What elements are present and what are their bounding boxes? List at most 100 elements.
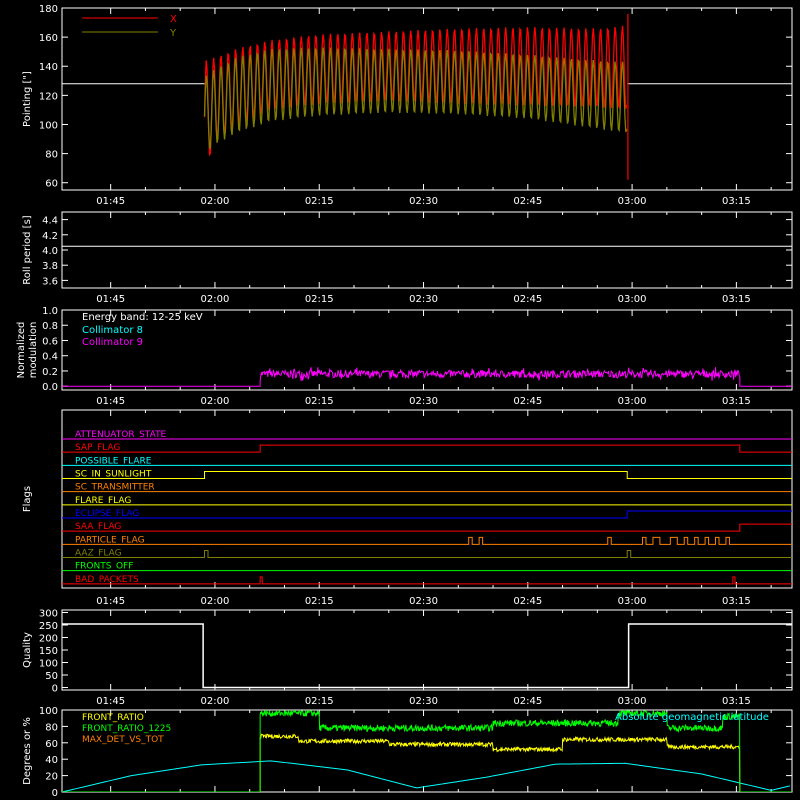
x-tick-label: 01:45	[96, 596, 125, 607]
y-tick-label: 20	[45, 772, 58, 783]
y-tick-label: 80	[45, 722, 58, 733]
x-tick-label: 02:45	[513, 596, 542, 607]
x-tick-label: 03:00	[618, 294, 647, 305]
x-tick-label: 03:15	[722, 596, 751, 607]
y-axis-label: Normalized	[16, 322, 27, 379]
flag-line	[62, 576, 792, 585]
y-tick-label: 100	[39, 706, 58, 717]
x-tick-label: 02:45	[513, 294, 542, 305]
legend-label: MAX_DET_VS_TOT	[82, 735, 164, 745]
y-tick-label: 60	[45, 179, 58, 190]
y-tick-label: 100	[39, 120, 58, 131]
x-tick-label: 01:45	[96, 696, 125, 707]
x-tick-label: 01:45	[96, 294, 125, 305]
x-tick-label: 02:00	[201, 696, 230, 707]
energy-band-label: Energy band: 12-25 keV	[82, 312, 203, 323]
legend-label: Collimator 9	[82, 337, 143, 348]
y-tick-label: 120	[39, 91, 58, 102]
x-tick-label: 02:45	[513, 196, 542, 207]
y-tick-label: 1.0	[42, 306, 58, 317]
flag-line	[62, 471, 792, 479]
flag-line	[62, 523, 792, 532]
legend-label: X	[170, 14, 177, 25]
y-axis-label: Flags	[22, 486, 33, 512]
y-tick-label: 150	[39, 646, 58, 657]
x-tick-label: 02:15	[305, 596, 334, 607]
x-tick-label: 03:15	[722, 196, 751, 207]
x-tick-label: 02:15	[305, 294, 334, 305]
x-tick-label: 02:45	[513, 696, 542, 707]
y-tick-label: 180	[39, 4, 58, 15]
x-tick-label: 02:15	[305, 696, 334, 707]
quality-line	[62, 623, 792, 689]
x-tick-label: 03:15	[722, 294, 751, 305]
panel-ratios: 0 20 40 60 80 100 Degrees or % FRONT_RATIOFRONT…	[22, 706, 793, 799]
x-tick-label: 03:00	[618, 396, 647, 407]
x-tick-label: 02:30	[409, 596, 438, 607]
legend-label: FRONT_RATIO_1225	[82, 724, 171, 734]
y-axis-label: Roll period [s]	[22, 215, 33, 284]
y-tick-label: 40	[45, 755, 58, 766]
y-tick-label: 4.4	[42, 216, 58, 227]
x-tick-label: 01:45	[96, 196, 125, 207]
panel-modulation: 01:45 02:00 02:15 02:30 02:45 03:00 03:15 0.0 0.…	[16, 306, 793, 407]
geomagnetic-latitude-label: Absolute geomagnetic latitude	[615, 712, 769, 723]
plot-frame	[61, 609, 793, 691]
flag-line	[62, 510, 792, 519]
x-tick-label: 02:00	[201, 396, 230, 407]
x-tick-label: 02:30	[409, 696, 438, 707]
y-tick-label: 4.0	[42, 246, 58, 257]
x-tick-label: 02:30	[409, 196, 438, 207]
y-tick-label: 0	[52, 788, 58, 799]
y-tick-label: 0.6	[42, 336, 58, 347]
geomagnetic-latitude-line	[62, 760, 791, 792]
y-tick-label: 3.8	[42, 261, 58, 272]
plot-frame	[61, 409, 793, 589]
x-tick-label: 02:15	[305, 396, 334, 407]
y-axis-label: Quality	[22, 632, 33, 668]
y-tick-label: 250	[39, 621, 58, 632]
y-tick-label: 3.6	[42, 276, 58, 287]
x-tick-label: 02:45	[513, 396, 542, 407]
y-axis-label: modulation	[28, 322, 39, 379]
x-tick-label: 02:30	[409, 294, 438, 305]
x-tick-label: 02:00	[201, 596, 230, 607]
plot-frame	[61, 211, 793, 289]
legend-label: FRONT_RATIO	[82, 713, 144, 723]
y-axis-label: Pointing ["]	[22, 71, 33, 127]
y-tick-label: 80	[45, 150, 58, 161]
panel-roll-period: 01:45 02:00 02:15 02:30 02:45 03:00 03:15 3.6 3.…	[22, 211, 793, 305]
y-tick-label: 200	[39, 634, 58, 645]
x-tick-label: 03:15	[722, 396, 751, 407]
legend-label: Collimator 8	[82, 325, 143, 336]
y-tick-label: 0.8	[42, 321, 58, 332]
y-tick-label: 50	[45, 671, 58, 682]
figure: 01:45 02:00 02:15 02:30 02:45 03:00 03:15 60 80 1…	[16, 4, 793, 799]
x-tick-label: 03:00	[618, 696, 647, 707]
x-tick-label: 01:45	[96, 396, 125, 407]
legend-label: Y	[169, 28, 177, 39]
flag-line	[62, 536, 792, 545]
panel-flags: 01:45 02:00 02:15 02:30 02:45 03:00 03:15 Flags…	[22, 409, 793, 607]
y-tick-label: 0.0	[42, 382, 58, 393]
x-tick-label: 02:00	[201, 196, 230, 207]
flag-line	[62, 444, 792, 453]
y-tick-label: 0.4	[42, 352, 58, 363]
x-tick-label: 02:15	[305, 196, 334, 207]
x-tick-label: 03:00	[618, 596, 647, 607]
y-tick-label: 100	[39, 659, 58, 670]
y-tick-label: 160	[39, 33, 58, 44]
y-tick-label: 0.2	[42, 367, 58, 378]
y-tick-label: 4.2	[42, 231, 58, 242]
flag-line	[62, 550, 792, 558]
x-tick-label: 03:15	[722, 696, 751, 707]
panel-quality: 01:45 02:00 02:15 02:30 02:45 03:00 03:15 0 5010…	[22, 609, 793, 707]
y-tick-label: 0	[52, 684, 58, 695]
front-ratio-line	[62, 733, 792, 792]
panel-pointing: 01:45 02:00 02:15 02:30 02:45 03:00 03:15 60 80 1…	[22, 4, 793, 207]
collimator-9-line	[62, 367, 792, 387]
x-tick-label: 03:00	[618, 196, 647, 207]
y-tick-label: 60	[45, 739, 58, 750]
y-tick-label: 140	[39, 62, 58, 73]
x-tick-label: 02:30	[409, 396, 438, 407]
